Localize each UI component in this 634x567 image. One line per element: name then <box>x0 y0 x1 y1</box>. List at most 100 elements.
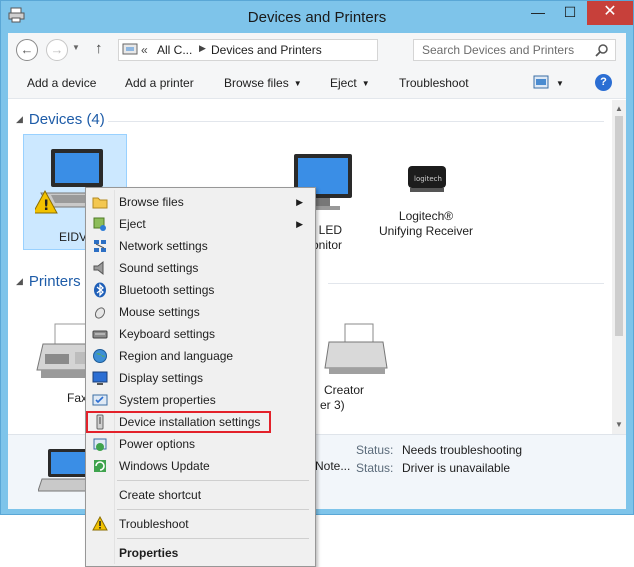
submenu-arrow-icon: ▶ <box>296 219 303 229</box>
status-value-driver: Driver is unavailable <box>402 461 511 475</box>
menu-item-label: Eject <box>119 217 146 231</box>
menu-item-system-properties[interactable]: System properties <box>88 389 313 411</box>
search-input[interactable] <box>422 43 592 57</box>
devices-group-header[interactable]: ◢ Devices (4) <box>16 111 105 128</box>
arrow-up-icon: ↑ <box>95 40 103 57</box>
view-options-dropdown[interactable]: ▼ <box>556 79 564 88</box>
menu-separator <box>117 480 309 481</box>
search-box[interactable] <box>413 39 616 61</box>
context-menu: Browse files ▶ Eject ▶ Network settings … <box>85 187 316 567</box>
svg-text:!: ! <box>43 198 49 214</box>
menu-item-eject[interactable]: Eject ▶ <box>88 213 313 235</box>
details-device-name: Note... <box>315 459 351 473</box>
menu-item-create-shortcut[interactable]: Create shortcut <box>88 484 313 506</box>
menu-item-network-settings[interactable]: Network settings <box>88 235 313 257</box>
menu-item-display-settings[interactable]: Display settings <box>88 367 313 389</box>
bluetooth-icon <box>94 282 106 298</box>
folder-icon <box>92 197 108 209</box>
collapse-triangle-icon[interactable]: ◢ <box>16 114 23 124</box>
device-logitech-receiver[interactable]: logitech Logitech® Unifying Receiver <box>374 156 478 252</box>
scroll-up-icon[interactable]: ▲ <box>615 104 623 113</box>
device-install-icon <box>96 414 104 430</box>
printers-group-header[interactable]: ◢ Printers ( <box>16 273 90 290</box>
windows-update-icon <box>94 460 106 472</box>
printer-document-creator[interactable]: Creator er 3) <box>304 320 408 420</box>
group-divider <box>108 121 604 122</box>
devices-group-label: Devices (4) <box>28 111 105 128</box>
breadcrumb-separator-icon[interactable]: ▶ <box>199 43 206 54</box>
status-label: Status: <box>356 461 394 475</box>
menu-item-label: Bluetooth settings <box>119 283 215 297</box>
menu-item-sound-settings[interactable]: Sound settings <box>88 257 313 279</box>
scroll-down-icon[interactable]: ▼ <box>615 420 623 429</box>
menu-item-label: Sound settings <box>119 261 199 275</box>
troubleshoot-button[interactable]: Troubleshoot <box>399 76 469 90</box>
command-bar: Add a device Add a printer Browse files ▼… <box>8 67 626 99</box>
menu-item-label: Mouse settings <box>119 305 200 319</box>
collapse-triangle-icon[interactable]: ◢ <box>16 276 23 286</box>
menu-item-power-options[interactable]: Power options <box>88 433 313 455</box>
browse-files-button[interactable]: Browse files ▼ <box>224 76 302 90</box>
display-icon <box>92 371 108 385</box>
menu-item-label: System properties <box>119 393 216 407</box>
add-device-button[interactable]: Add a device <box>27 76 96 90</box>
add-printer-button[interactable]: Add a printer <box>125 76 194 90</box>
eject-label: Eject <box>330 76 357 90</box>
dropdown-caret-icon: ▼ <box>361 79 370 88</box>
menu-item-device-installation-settings[interactable]: Device installation settings <box>86 411 313 433</box>
menu-item-properties[interactable]: Properties <box>88 542 313 564</box>
forward-button[interactable]: → <box>46 39 68 61</box>
maximize-button[interactable]: ☐ <box>553 1 587 25</box>
eject-button[interactable]: Eject ▼ <box>330 76 370 90</box>
breadcrumb-devices-printers[interactable]: Devices and Printers <box>211 43 322 57</box>
change-view-icon[interactable] <box>533 75 549 89</box>
recent-locations-dropdown[interactable]: ▼ <box>72 43 80 52</box>
back-button[interactable]: ← <box>16 39 38 61</box>
menu-item-label: Create shortcut <box>119 488 202 502</box>
menu-item-troubleshoot[interactable]: Troubleshoot <box>88 513 313 535</box>
menu-item-label: Keyboard settings <box>119 327 216 341</box>
device-label-line2: Unifying Receiver <box>378 224 474 238</box>
menu-item-browse-files[interactable]: Browse files ▶ <box>88 191 313 213</box>
menu-item-label: Windows Update <box>119 459 210 473</box>
device-label-line1: Logitech® <box>398 209 454 223</box>
keyboard-icon <box>92 330 108 339</box>
menu-item-keyboard-settings[interactable]: Keyboard settings <box>88 323 313 345</box>
power-icon <box>93 438 107 451</box>
menu-item-label: Device installation settings <box>119 415 261 429</box>
breadcrumb-all-control-panel[interactable]: All C... <box>157 43 192 57</box>
search-icon[interactable] <box>595 43 609 57</box>
network-icon <box>94 240 106 252</box>
navigation-bar: ← → ▼ ↑ « All C... ▶ Devices and Printer… <box>8 33 626 67</box>
menu-item-windows-update[interactable]: Windows Update <box>88 455 313 477</box>
title-bar[interactable]: Devices and Printers — ☐ ✕ <box>1 1 633 33</box>
help-icon[interactable]: ? <box>595 74 612 91</box>
menu-separator <box>117 509 309 510</box>
arrow-left-icon: ← <box>20 42 34 57</box>
menu-item-label: Display settings <box>119 371 204 385</box>
menu-item-label: Properties <box>119 546 179 560</box>
close-button[interactable]: ✕ <box>587 1 633 25</box>
speaker-icon <box>93 260 104 276</box>
menu-item-label: Power options <box>119 437 196 451</box>
warning-icon <box>92 516 108 531</box>
address-bar[interactable]: « All C... ▶ Devices and Printers <box>118 39 378 61</box>
menu-item-mouse-settings[interactable]: Mouse settings <box>88 301 313 323</box>
breadcrumb-overflow[interactable]: « <box>141 43 148 57</box>
mouse-icon <box>94 307 106 319</box>
printer-label-line2: er 3) <box>320 398 345 412</box>
menu-item-bluetooth-settings[interactable]: Bluetooth settings <box>88 279 313 301</box>
dropdown-caret-icon: ▼ <box>293 79 302 88</box>
svg-text:logitech: logitech <box>414 175 442 183</box>
up-button[interactable]: ↑ <box>95 40 103 57</box>
vertical-scrollbar[interactable]: ▲ ▼ <box>612 100 626 434</box>
printer-label-line1: Creator <box>324 383 365 397</box>
menu-item-region-language[interactable]: Region and language <box>88 345 313 367</box>
printers-group-label: Printers ( <box>28 273 90 290</box>
minimize-button[interactable]: — <box>521 1 555 25</box>
group-divider <box>328 283 604 284</box>
menu-separator <box>117 538 309 539</box>
scroll-thumb[interactable] <box>615 116 623 336</box>
status-value-troubleshooting: Needs troubleshooting <box>402 443 523 457</box>
status-label: Status: <box>356 443 394 457</box>
